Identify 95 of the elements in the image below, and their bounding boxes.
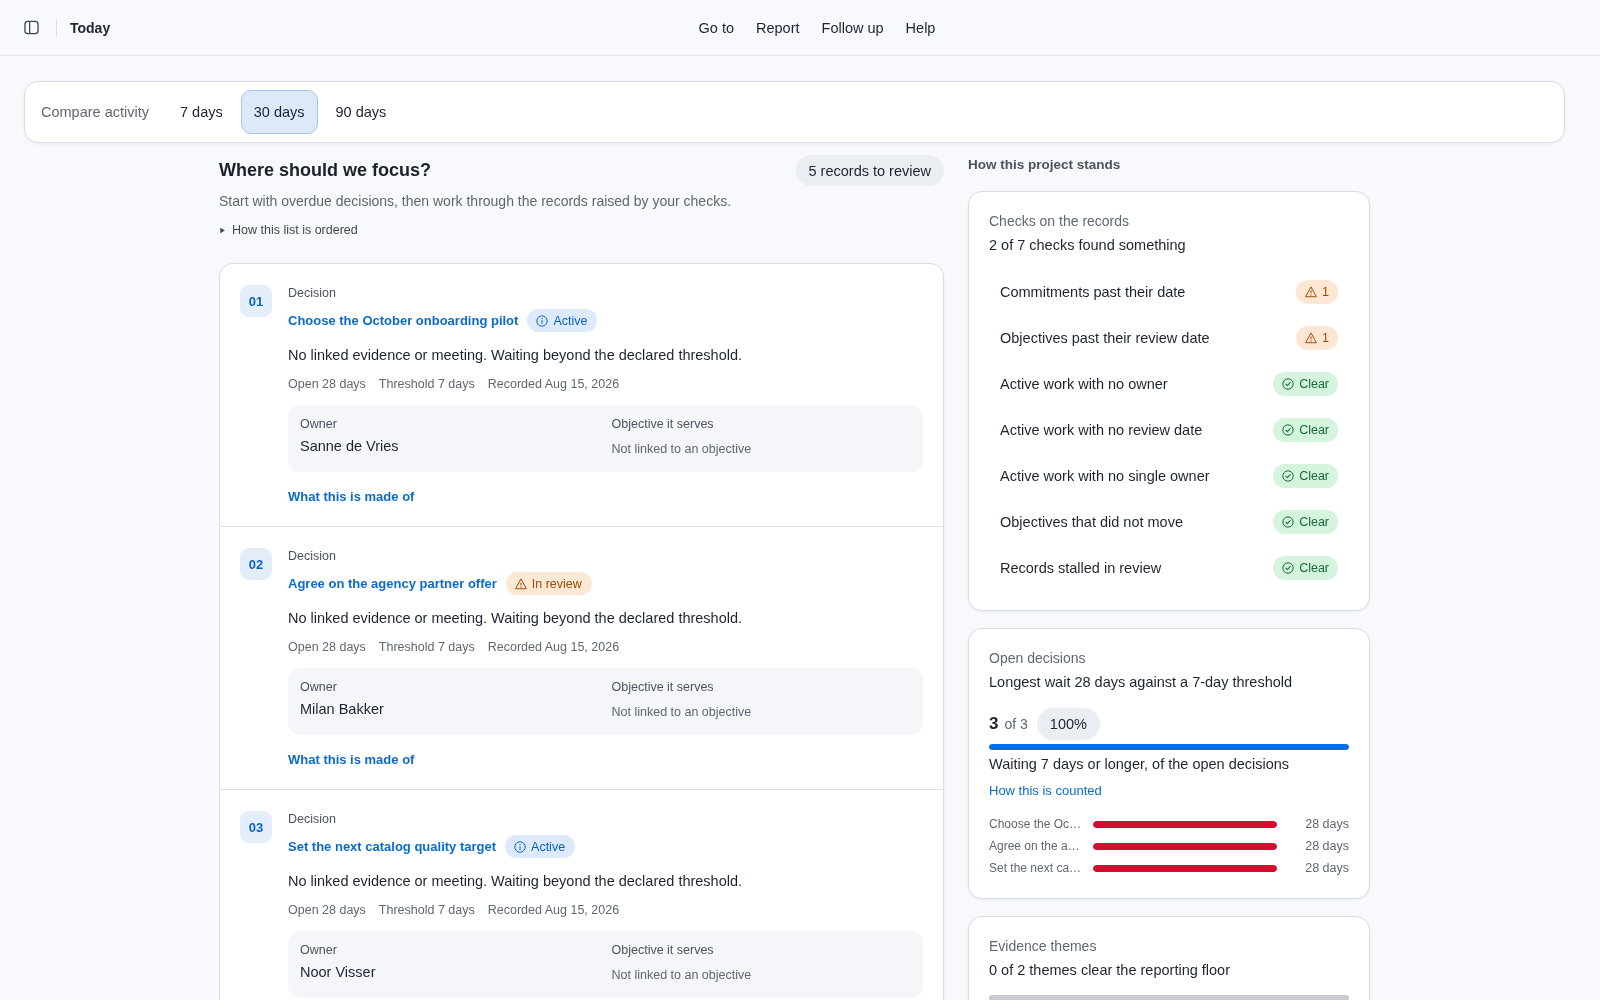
wait-value: 28 days bbox=[1304, 861, 1349, 875]
check-circle-icon bbox=[1282, 562, 1295, 574]
range-tab[interactable]: 7 days bbox=[167, 90, 236, 134]
panel-heading: How this project stands bbox=[968, 156, 1122, 174]
owner-name: Noor Visser bbox=[300, 963, 377, 982]
status-label: Active bbox=[553, 313, 588, 328]
result-label: Clear bbox=[1299, 469, 1329, 483]
card-title: Evidence themes bbox=[989, 937, 1098, 955]
objective-label: Objective it serves bbox=[611, 416, 715, 432]
range-tab[interactable]: 90 days bbox=[322, 90, 400, 134]
record-meta: Open 28 days bbox=[288, 376, 366, 392]
record-meta: Recorded Aug 15, 2026 bbox=[487, 376, 620, 392]
caret-icon bbox=[219, 226, 226, 234]
status-label: In review bbox=[531, 576, 582, 591]
review-count-badge: 5 records to review bbox=[795, 155, 944, 186]
nav-link[interactable]: Follow up bbox=[821, 19, 884, 36]
how-counted-link[interactable]: How this is counted bbox=[989, 783, 1102, 799]
result-label: Clear bbox=[1299, 561, 1329, 575]
check-label: Records stalled in review bbox=[1000, 560, 1162, 576]
card-summary: 2 of 7 checks found something bbox=[989, 236, 1187, 254]
made-of-link[interactable]: What this is made of bbox=[288, 489, 415, 505]
card-title: Open decisions bbox=[989, 649, 1087, 667]
decision-title-link[interactable]: Agree on the agency partner offer bbox=[288, 576, 497, 591]
owner-name: Milan Bakker bbox=[300, 700, 385, 719]
record-meta: Open 28 days bbox=[288, 902, 366, 918]
warning-icon bbox=[1305, 286, 1318, 298]
owner-name: Sanne de Vries bbox=[300, 437, 400, 456]
sidebar-icon[interactable] bbox=[24, 20, 39, 35]
objective-label: Objective it serves bbox=[611, 679, 715, 695]
status-label: Active bbox=[531, 839, 566, 854]
owner-label: Owner bbox=[300, 942, 338, 958]
percent-badge: 100% bbox=[1036, 708, 1100, 740]
check-label: Objectives past their review date bbox=[1000, 330, 1210, 346]
record-meta: Recorded Aug 15, 2026 bbox=[487, 902, 620, 918]
range-tab[interactable]: 30 days bbox=[240, 90, 318, 134]
decision-title-link[interactable]: Choose the October onboarding pilot bbox=[288, 313, 519, 328]
nav-link[interactable]: Report bbox=[756, 19, 800, 36]
objective-label: Objective it serves bbox=[611, 942, 715, 958]
wait-value: 28 days bbox=[1304, 839, 1349, 853]
wait-value: 28 days bbox=[1304, 817, 1349, 831]
card-title: Checks on the records bbox=[989, 212, 1131, 230]
disclosure-toggle[interactable]: How this list is ordered bbox=[219, 222, 358, 238]
record-meta: Threshold 7 days bbox=[378, 376, 475, 392]
check-label: Active work with no review date bbox=[1000, 422, 1203, 438]
card-summary: 0 of 2 themes clear the reporting floor bbox=[989, 961, 1231, 979]
owner-label: Owner bbox=[300, 416, 338, 432]
progress-caption: Waiting 7 days or longer, of the open decisions bbox=[989, 755, 1291, 773]
result-label: Clear bbox=[1299, 377, 1329, 391]
record-type: Decision bbox=[288, 811, 337, 827]
record-meta: Recorded Aug 15, 2026 bbox=[487, 639, 620, 655]
page-title: Today bbox=[70, 19, 111, 36]
objective-value: Not linked to an objective bbox=[611, 441, 753, 457]
nav-link[interactable]: Go to bbox=[698, 19, 734, 36]
decision-title-link[interactable]: Set the next catalog quality target bbox=[288, 839, 497, 854]
wait-label: Agree on the a… bbox=[989, 839, 1081, 853]
rank-badge: 01 bbox=[240, 285, 272, 317]
count-value: 3 bbox=[989, 714, 999, 734]
info-icon bbox=[514, 840, 527, 853]
card-summary: Longest wait 28 days against a 7-day threshold bbox=[989, 673, 1294, 691]
record-meta: Threshold 7 days bbox=[378, 902, 475, 918]
info-icon bbox=[536, 314, 549, 327]
rank-badge: 03 bbox=[240, 811, 272, 843]
check-label: Active work with no single owner bbox=[1000, 468, 1210, 484]
record-meta: Threshold 7 days bbox=[378, 639, 475, 655]
rank-badge: 02 bbox=[240, 548, 272, 580]
check-circle-icon bbox=[1282, 516, 1295, 528]
warning-icon bbox=[514, 577, 527, 590]
made-of-link[interactable]: What this is made of bbox=[288, 752, 415, 768]
check-label: Active work with no owner bbox=[1000, 376, 1168, 392]
record-meta: Open 28 days bbox=[288, 639, 366, 655]
nav-link[interactable]: Help bbox=[905, 19, 936, 36]
objective-value: Not linked to an objective bbox=[611, 704, 753, 720]
record-description: No linked evidence or meeting. Waiting beyond the declared threshold. bbox=[288, 609, 744, 628]
check-label: Objectives that did not move bbox=[1000, 514, 1183, 530]
record-type: Decision bbox=[288, 285, 337, 301]
section-heading: Where should we focus? bbox=[219, 160, 432, 181]
result-count: 1 bbox=[1322, 285, 1329, 299]
wait-label: Set the next ca… bbox=[989, 861, 1083, 875]
owner-label: Owner bbox=[300, 679, 338, 695]
warning-icon bbox=[1305, 332, 1318, 344]
record-description: No linked evidence or meeting. Waiting beyond the declared threshold. bbox=[288, 346, 744, 365]
check-circle-icon bbox=[1282, 470, 1295, 482]
wait-label: Choose the Oc… bbox=[989, 817, 1083, 831]
compare-label: Compare activity bbox=[41, 104, 149, 120]
check-circle-icon bbox=[1282, 378, 1295, 390]
count-total: of 3 bbox=[1004, 716, 1028, 732]
check-circle-icon bbox=[1282, 424, 1295, 436]
record-description: No linked evidence or meeting. Waiting beyond the declared threshold. bbox=[288, 872, 744, 891]
check-label: Commitments past their date bbox=[1000, 284, 1186, 300]
record-type: Decision bbox=[288, 548, 337, 564]
section-subtitle: Start with overdue decisions, then work through the records raised by your checks. bbox=[219, 192, 733, 211]
result-label: Clear bbox=[1299, 423, 1329, 437]
objective-value: Not linked to an objective bbox=[611, 967, 753, 983]
result-label: Clear bbox=[1299, 515, 1329, 529]
result-count: 1 bbox=[1322, 331, 1329, 345]
